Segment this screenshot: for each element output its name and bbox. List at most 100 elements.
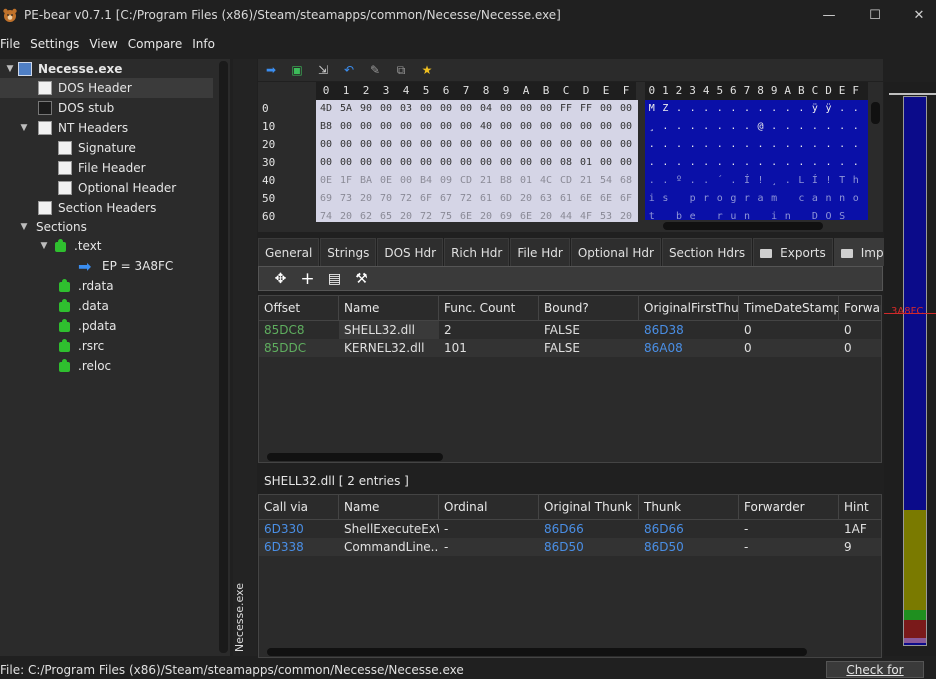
- ascii-char[interactable]: T: [835, 172, 849, 190]
- chevron-down-icon[interactable]: ▼: [18, 123, 30, 133]
- hex-byte[interactable]: 00: [356, 154, 376, 172]
- column-original-first-thunk[interactable]: OriginalFirstThun: [639, 296, 739, 321]
- ascii-char[interactable]: Í: [808, 172, 822, 190]
- ascii-char[interactable]: Í: [740, 172, 754, 190]
- ascii-char[interactable]: .: [699, 154, 713, 172]
- file-tab-vertical[interactable]: Necesse.exe: [233, 59, 257, 656]
- chevron-down-icon[interactable]: ▼: [38, 241, 50, 251]
- hex-byte[interactable]: 40: [476, 118, 496, 136]
- hex-byte[interactable]: 00: [356, 118, 376, 136]
- ascii-char[interactable]: n: [835, 190, 849, 208]
- ascii-char[interactable]: .: [727, 172, 741, 190]
- wand-icon[interactable]: ⚒: [348, 271, 375, 287]
- hex-byte[interactable]: 00: [456, 100, 476, 118]
- tab-optional-hdr[interactable]: Optional Hdr: [570, 238, 661, 266]
- ascii-char[interactable]: .: [672, 118, 686, 136]
- hex-viewer[interactable]: 0123456789ABCDEF 0123456789ABCDEF 0 10 20 3…: [258, 82, 883, 232]
- hex-byte[interactable]: 00: [596, 136, 616, 154]
- tab-strings[interactable]: Strings: [320, 238, 377, 266]
- ascii-char[interactable]: .: [781, 118, 795, 136]
- hex-byte[interactable]: 00: [496, 118, 516, 136]
- ascii-char[interactable]: .: [645, 154, 659, 172]
- column-time-date-stamp[interactable]: TimeDateStamp: [739, 296, 839, 321]
- check-for-updates-button[interactable]: Check for updates: [826, 661, 924, 678]
- hex-byte[interactable]: CD: [456, 172, 476, 190]
- hex-byte[interactable]: 00: [536, 100, 556, 118]
- ascii-char[interactable]: g: [727, 190, 741, 208]
- hex-byte[interactable]: 53: [596, 208, 616, 222]
- ascii-char[interactable]: .: [686, 118, 700, 136]
- table-row[interactable]: 6D330 ShellExecuteExW - 86D66 86D66 - 1A…: [259, 520, 881, 538]
- ascii-char[interactable]: .: [645, 136, 659, 154]
- hex-byte[interactable]: 00: [616, 100, 636, 118]
- hex-byte[interactable]: 00: [456, 154, 476, 172]
- ascii-char[interactable]: .: [822, 118, 836, 136]
- ascii-char[interactable]: @: [754, 118, 768, 136]
- hex-byte[interactable]: 20: [516, 190, 536, 208]
- hex-byte[interactable]: 62: [356, 208, 376, 222]
- ascii-char[interactable]: o: [713, 190, 727, 208]
- ascii-char[interactable]: .: [740, 154, 754, 172]
- hex-byte[interactable]: 20: [336, 208, 356, 222]
- hex-byte[interactable]: 6F: [416, 190, 436, 208]
- ascii-char[interactable]: .: [686, 136, 700, 154]
- hex-byte[interactable]: B8: [316, 118, 336, 136]
- hex-byte[interactable]: CD: [556, 172, 576, 190]
- hex-byte[interactable]: 00: [576, 118, 596, 136]
- ascii-char[interactable]: .: [808, 136, 822, 154]
- ascii-char[interactable]: .: [727, 118, 741, 136]
- hex-byte[interactable]: 00: [376, 100, 396, 118]
- imports-scrollbar-thumb[interactable]: [267, 453, 443, 461]
- ascii-char[interactable]: m: [767, 190, 781, 208]
- hex-byte[interactable]: 6E: [516, 208, 536, 222]
- hex-byte[interactable]: 00: [596, 100, 616, 118]
- tree-item-entry-point[interactable]: ➡ EP = 3A8FC: [0, 256, 215, 276]
- tab-rich-hdr[interactable]: Rich Hdr: [444, 238, 510, 266]
- ascii-char[interactable]: p: [686, 190, 700, 208]
- ascii-char[interactable]: ¸: [645, 118, 659, 136]
- hex-byte[interactable]: 00: [456, 136, 476, 154]
- table-row[interactable]: 6D338 CommandLine... - 86D50 86D50 - 9: [259, 538, 881, 556]
- ascii-char[interactable]: .: [659, 172, 673, 190]
- ascii-char[interactable]: .: [740, 136, 754, 154]
- image-icon[interactable]: ▣: [284, 63, 310, 77]
- hex-byte[interactable]: 00: [416, 118, 436, 136]
- hex-byte[interactable]: 20: [536, 208, 556, 222]
- hex-byte[interactable]: 74: [316, 208, 336, 222]
- ascii-char[interactable]: ÿ: [822, 100, 836, 118]
- chevron-down-icon[interactable]: ▼: [18, 222, 30, 232]
- hex-byte[interactable]: 0E: [376, 172, 396, 190]
- hex-byte[interactable]: B8: [496, 172, 516, 190]
- hex-byte[interactable]: 00: [316, 136, 336, 154]
- ascii-char[interactable]: a: [808, 190, 822, 208]
- ascii-char[interactable]: s: [659, 190, 673, 208]
- minimize-button[interactable]: —: [806, 0, 852, 30]
- pin-icon[interactable]: ✎: [362, 63, 388, 77]
- hex-byte[interactable]: 00: [396, 136, 416, 154]
- hex-byte[interactable]: 00: [576, 136, 596, 154]
- hex-byte[interactable]: 20: [476, 208, 496, 222]
- tree-item-sections[interactable]: ▼ Sections: [0, 217, 215, 237]
- ascii-char[interactable]: .: [672, 100, 686, 118]
- hex-byte[interactable]: 69: [316, 190, 336, 208]
- tree-item-data[interactable]: .data: [0, 296, 215, 316]
- hex-byte[interactable]: 21: [576, 172, 596, 190]
- ascii-char[interactable]: .: [781, 172, 795, 190]
- chevron-down-icon[interactable]: ▼: [4, 64, 16, 74]
- hex-byte[interactable]: 6E: [576, 190, 596, 208]
- hex-byte[interactable]: 04: [476, 100, 496, 118]
- hex-byte[interactable]: 00: [356, 136, 376, 154]
- ascii-char[interactable]: .: [767, 100, 781, 118]
- ascii-char[interactable]: .: [795, 100, 809, 118]
- column-hint[interactable]: Hint: [839, 495, 881, 520]
- ascii-char[interactable]: .: [781, 154, 795, 172]
- column-bound[interactable]: Bound?: [539, 296, 639, 321]
- ascii-char[interactable]: .: [727, 100, 741, 118]
- hex-byte[interactable]: 00: [376, 136, 396, 154]
- hex-byte[interactable]: 00: [476, 154, 496, 172]
- tree-item-dos-stub[interactable]: DOS stub: [0, 98, 215, 118]
- hex-byte[interactable]: 72: [456, 190, 476, 208]
- ascii-char[interactable]: º: [672, 172, 686, 190]
- hex-byte[interactable]: 4D: [316, 100, 336, 118]
- hex-byte[interactable]: 00: [536, 136, 556, 154]
